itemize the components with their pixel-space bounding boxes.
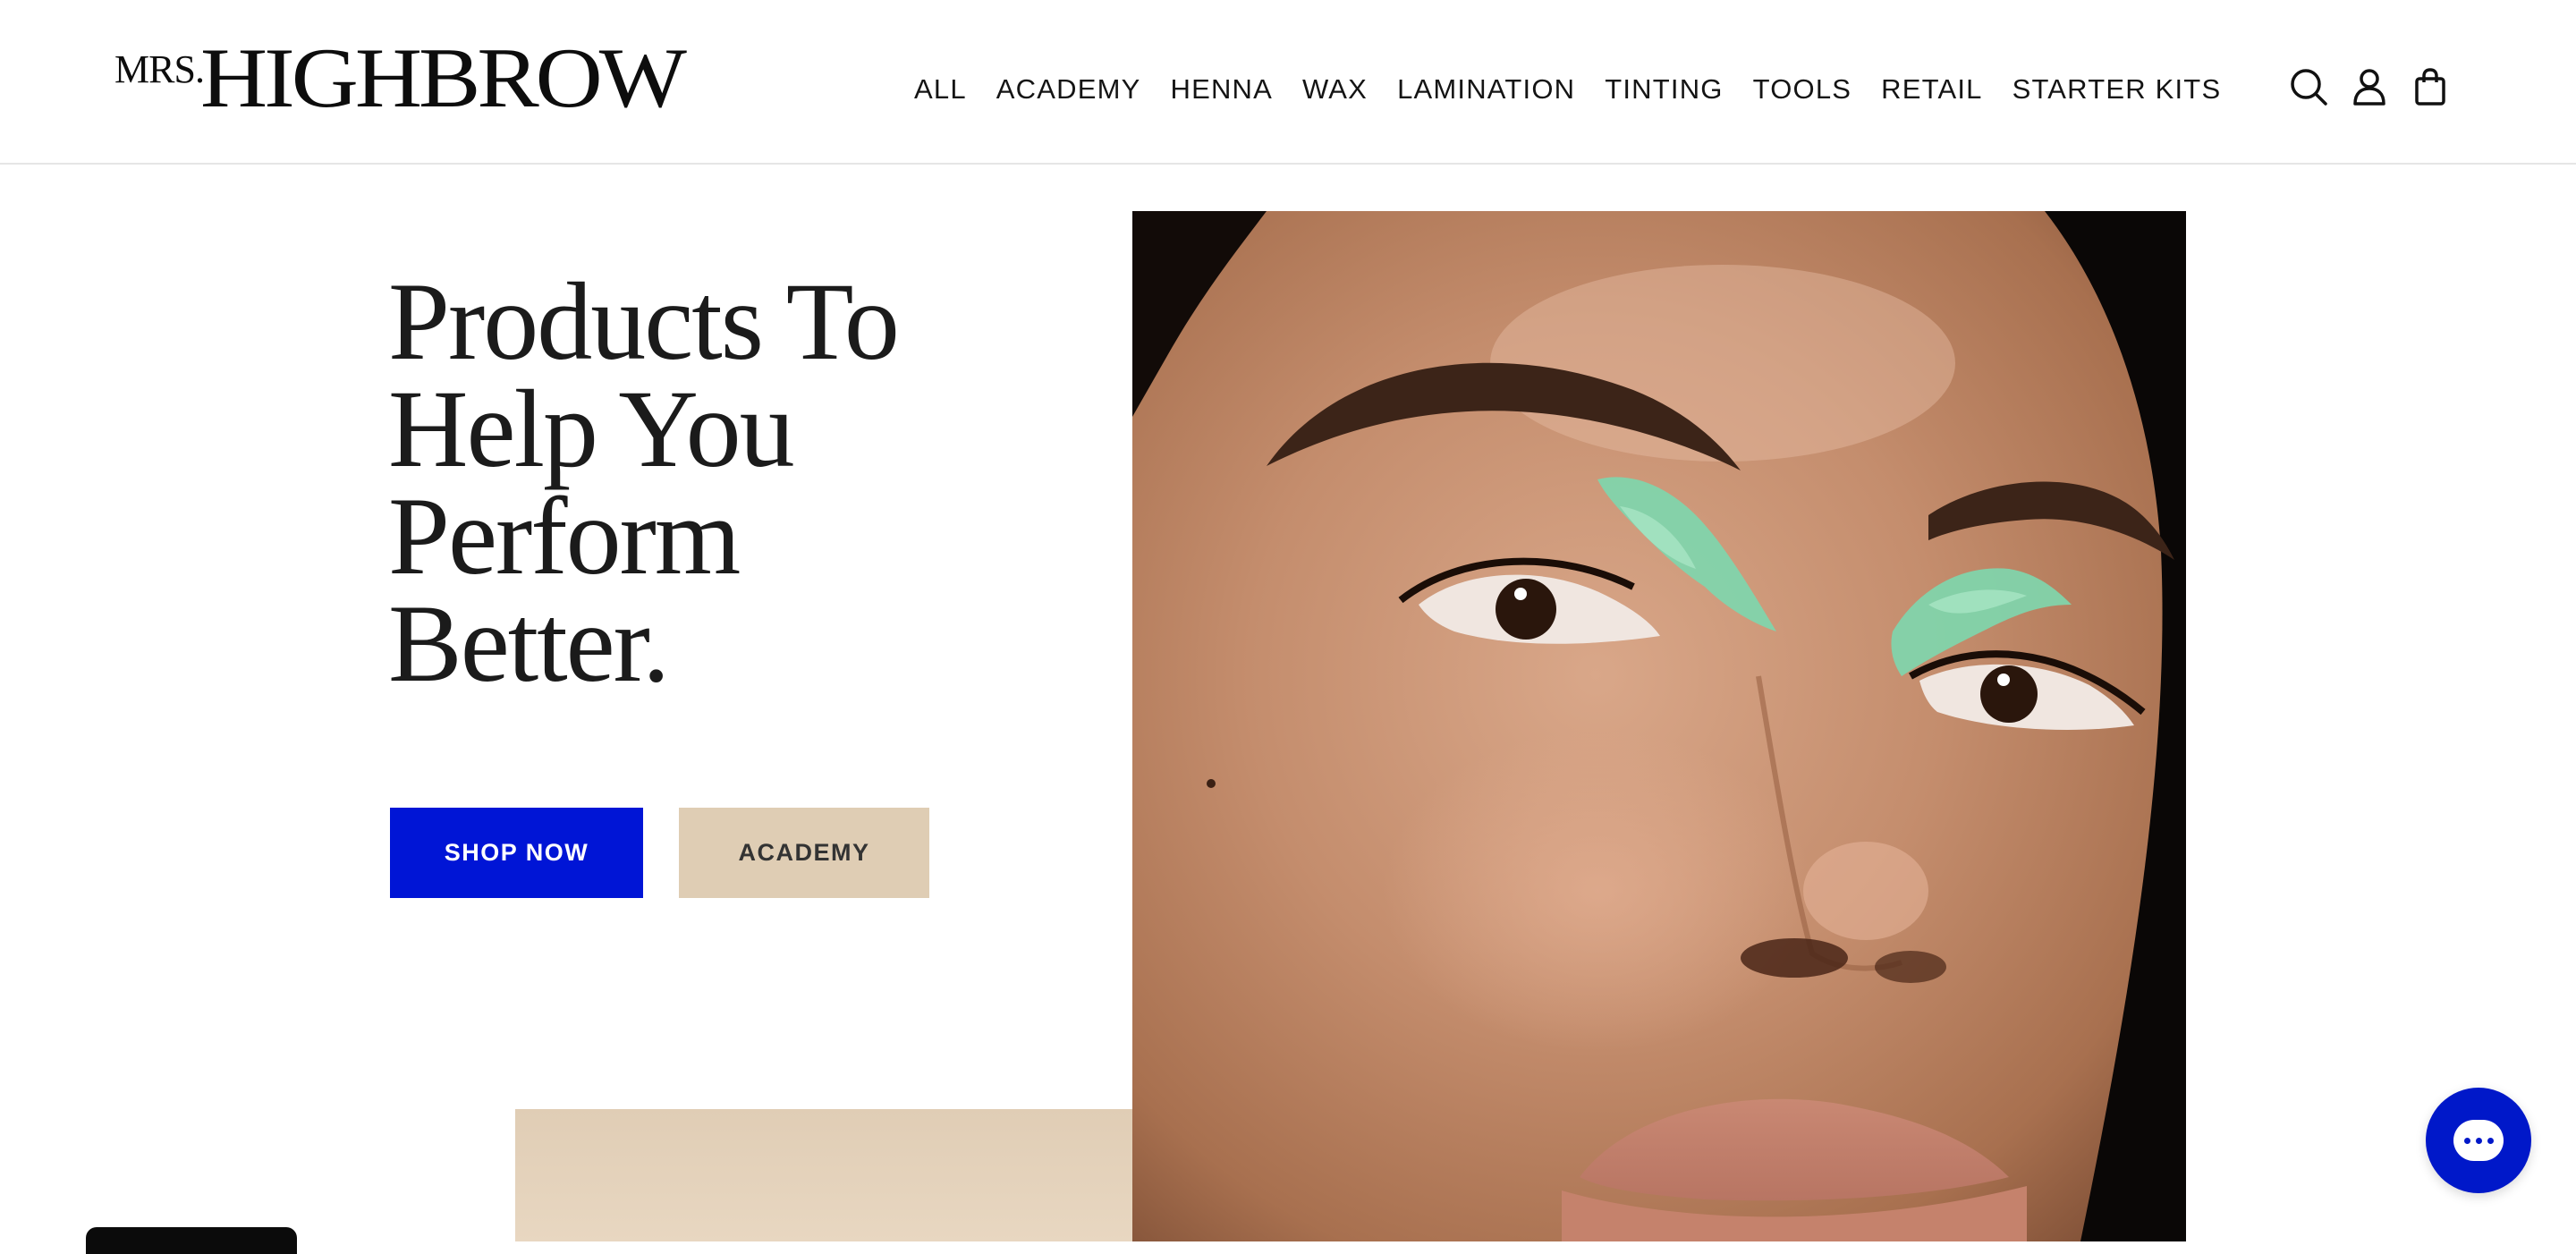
hero-portrait-image bbox=[1132, 211, 2186, 1241]
search-icon[interactable] bbox=[2288, 66, 2329, 107]
nav-item-henna[interactable]: HENNA bbox=[1170, 73, 1273, 106]
logo-wordmark: HIGHBROW bbox=[200, 30, 687, 126]
logo-prefix: MRS. bbox=[114, 47, 205, 91]
chat-widget-button[interactable] bbox=[2426, 1088, 2531, 1193]
cart-icon[interactable] bbox=[2410, 66, 2451, 107]
nav-item-lamination[interactable]: LAMINATION bbox=[1397, 73, 1575, 106]
nav-item-tools[interactable]: TOOLS bbox=[1753, 73, 1852, 106]
header-actions bbox=[2288, 66, 2451, 107]
account-icon[interactable] bbox=[2349, 66, 2390, 107]
nav-item-academy[interactable]: ACADEMY bbox=[996, 73, 1141, 106]
hero-title-line-3: Perform bbox=[388, 475, 741, 597]
nav-item-all[interactable]: ALL bbox=[914, 73, 967, 106]
site-header: MRS. HIGHBROW ALL ACADEMY HENNA WAX LAMI… bbox=[0, 0, 2576, 165]
hero-title: Products To Help You Perform Better. bbox=[388, 260, 1068, 705]
nav-item-wax[interactable]: WAX bbox=[1302, 73, 1368, 106]
main-nav: ALL ACADEMY HENNA WAX LAMINATION TINTING… bbox=[914, 73, 2221, 106]
hero-title-line-2: Help You bbox=[388, 368, 795, 490]
chat-icon bbox=[2453, 1120, 2504, 1161]
bottom-floating-tab[interactable] bbox=[86, 1227, 297, 1254]
nav-item-retail[interactable]: RETAIL bbox=[1881, 73, 1982, 106]
hero-title-line-4: Better. bbox=[388, 582, 670, 705]
hero-title-line-1: Products To bbox=[388, 260, 900, 383]
nav-item-tinting[interactable]: TINTING bbox=[1605, 73, 1723, 106]
academy-button[interactable]: ACADEMY bbox=[679, 808, 929, 898]
nav-item-starter-kits[interactable]: STARTER KITS bbox=[2012, 73, 2222, 106]
shop-now-button[interactable]: SHOP NOW bbox=[390, 808, 643, 898]
brand-logo[interactable]: MRS. HIGHBROW bbox=[114, 34, 687, 132]
